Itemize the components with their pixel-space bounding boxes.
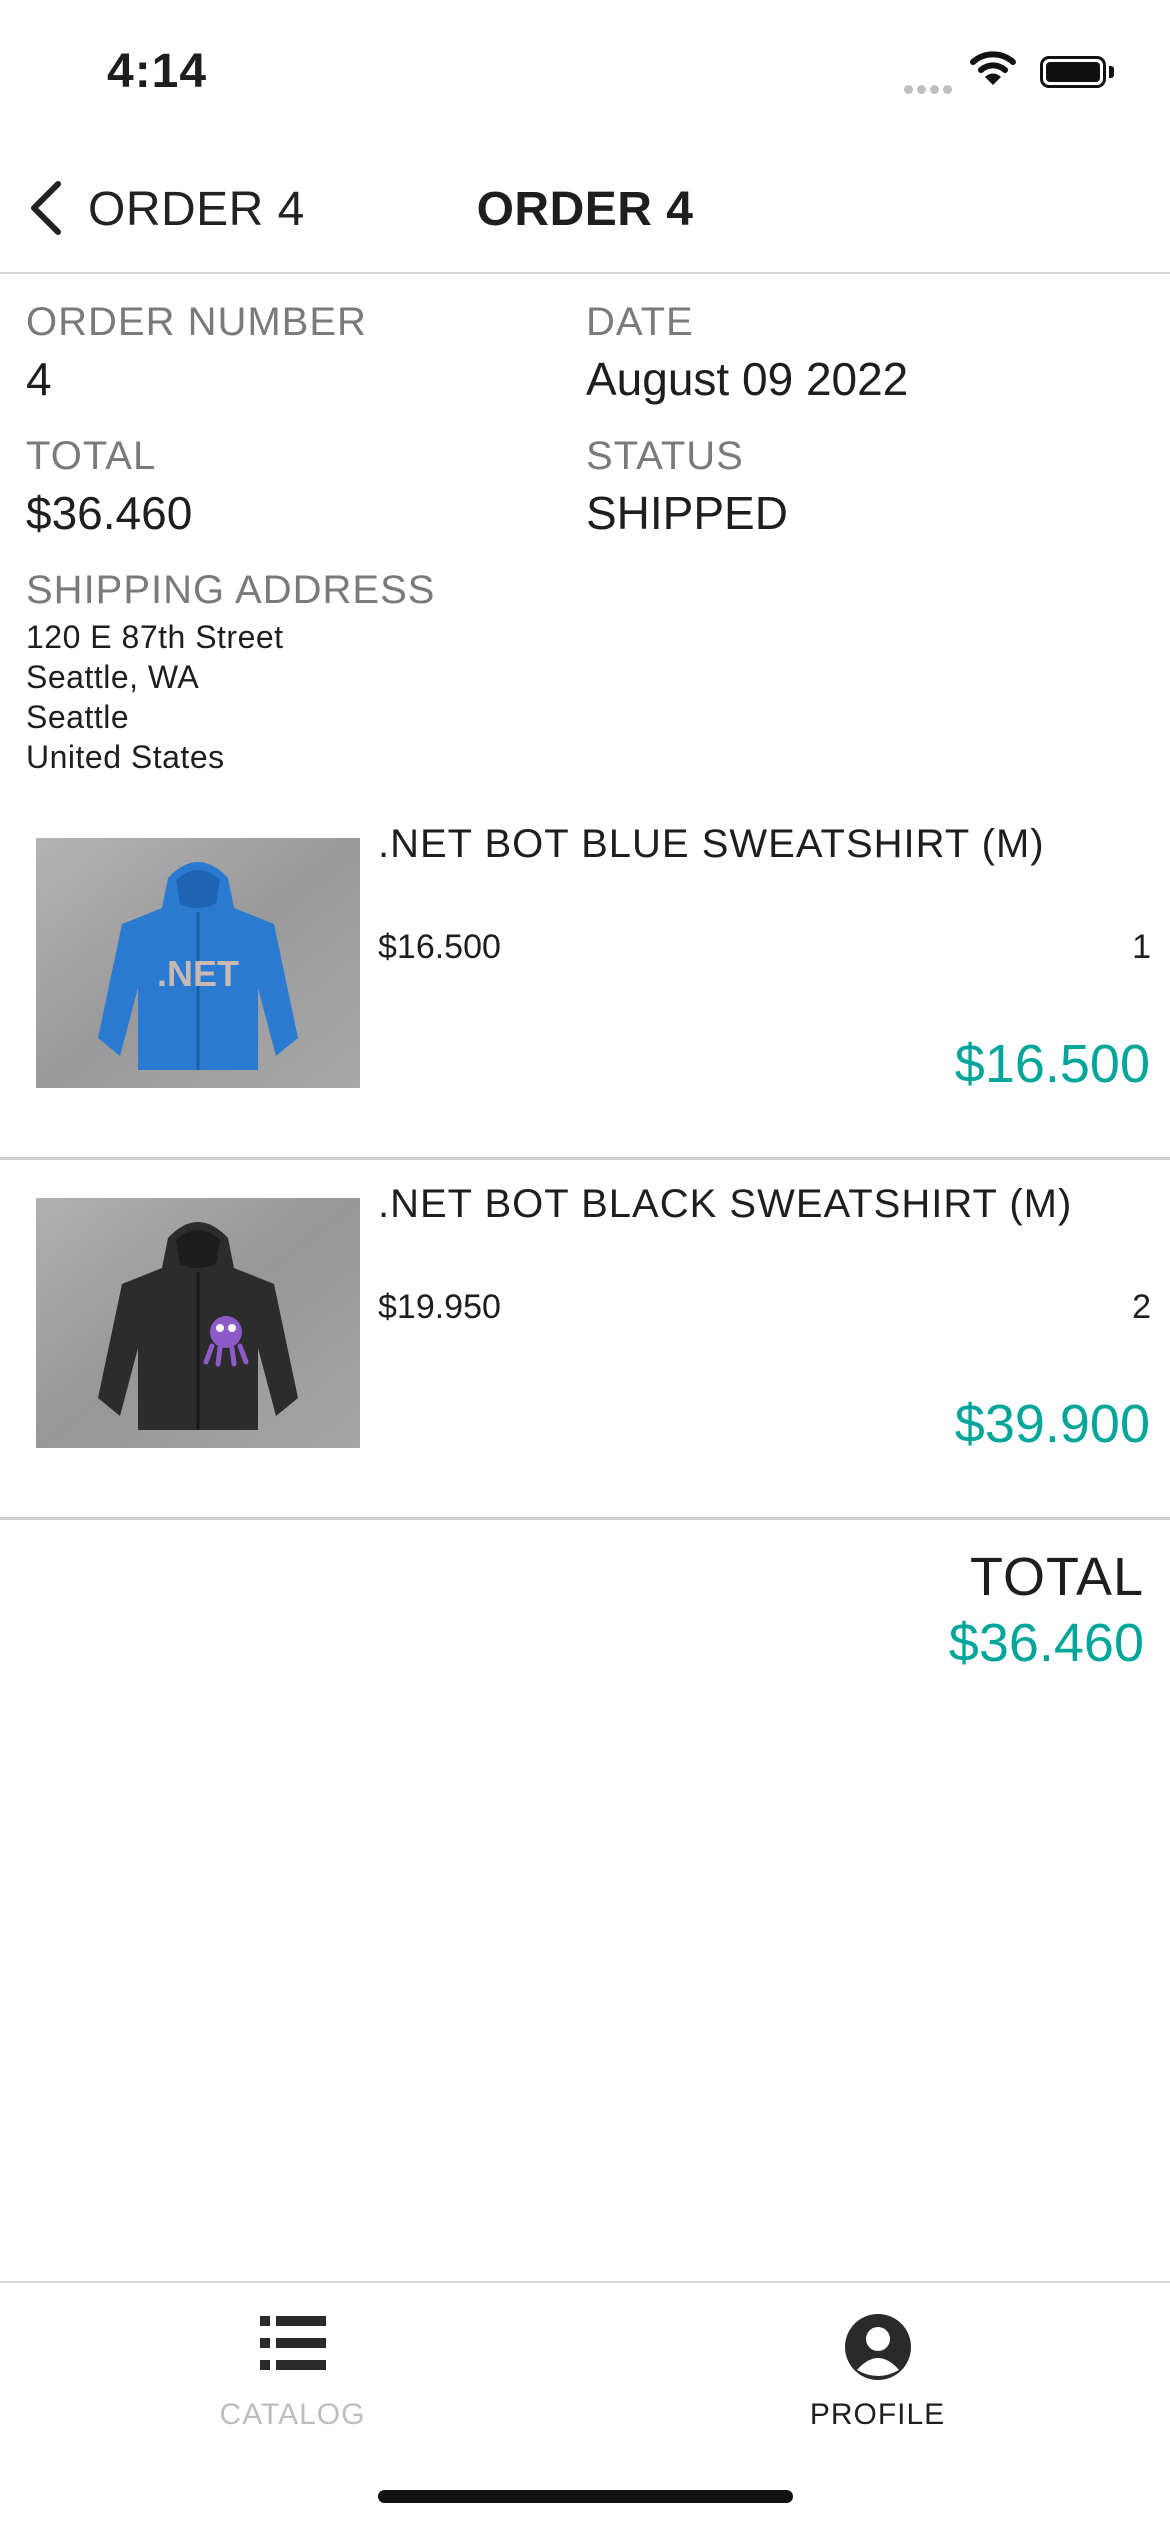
list-icon <box>258 2312 328 2379</box>
shipping-address-label: SHIPPING ADDRESS <box>26 568 436 612</box>
battery-icon <box>1040 56 1106 88</box>
address-line: Seattle, WA <box>26 659 200 695</box>
wifi-icon <box>970 48 1016 93</box>
item-quantity: 1 <box>1132 928 1151 966</box>
date-value: August 09 2022 <box>586 353 909 405</box>
item-total: $39.900 <box>954 1394 1150 1454</box>
status-value: SHIPPED <box>586 487 788 539</box>
header-divider <box>0 272 1170 274</box>
tab-profile[interactable]: PROFILE <box>585 2300 1170 2440</box>
address-line: Seattle <box>26 699 130 735</box>
battery-nub <box>1109 66 1114 78</box>
address-line: 120 E 87th Street <box>26 619 284 655</box>
product-image-text: .NET <box>157 953 239 994</box>
item-unit-price: $16.500 <box>378 928 501 966</box>
address-line: United States <box>26 739 225 775</box>
order-total-value: $36.460 <box>26 487 193 539</box>
status-label: STATUS <box>586 434 744 478</box>
product-image-black-sweatshirt <box>36 1198 360 1448</box>
summary-total-label: TOTAL <box>969 1547 1144 1607</box>
status-time: 4:14 <box>107 45 208 98</box>
tab-label: PROFILE <box>809 2398 946 2431</box>
tab-label: CATALOG <box>219 2398 366 2431</box>
item-total: $16.500 <box>954 1034 1150 1094</box>
cellular-signal-icon <box>904 81 956 99</box>
page-title: ORDER 4 <box>476 183 694 236</box>
item-divider <box>0 1157 1170 1160</box>
item-quantity: 2 <box>1132 1288 1151 1326</box>
order-number-value: 4 <box>26 353 52 405</box>
tab-catalog[interactable]: CATALOG <box>0 2300 585 2440</box>
item-name: .NET BOT BLACK SWEATSHIRT (M) <box>378 1182 1073 1226</box>
profile-icon <box>843 2312 913 2387</box>
home-indicator[interactable] <box>378 2490 793 2503</box>
item-divider <box>0 1517 1170 1520</box>
order-number-label: ORDER NUMBER <box>26 300 367 344</box>
summary-total-value: $36.460 <box>948 1613 1144 1673</box>
product-image-blue-sweatshirt: .NET <box>36 838 360 1088</box>
order-total-label: TOTAL <box>26 434 157 478</box>
tab-bar-divider <box>0 2281 1170 2283</box>
date-label: DATE <box>586 300 694 344</box>
item-name: .NET BOT BLUE SWEATSHIRT (M) <box>378 822 1045 866</box>
item-unit-price: $19.950 <box>378 1288 501 1326</box>
